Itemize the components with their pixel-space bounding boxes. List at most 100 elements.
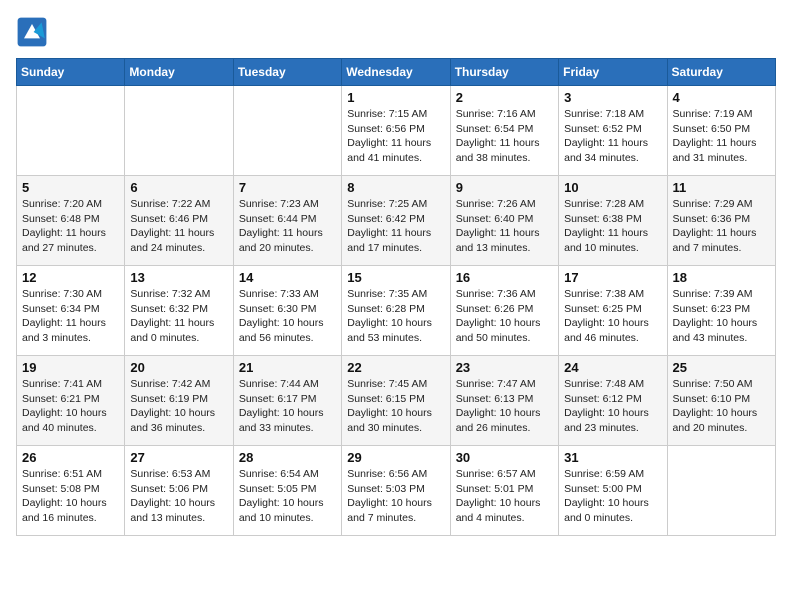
calendar-week-1: 1 Sunrise: 7:15 AM Sunset: 6:56 PM Daylig… xyxy=(17,86,776,176)
day-number: 6 xyxy=(130,180,227,195)
weekday-header-thursday: Thursday xyxy=(450,59,558,86)
day-info: Sunrise: 6:51 AM Sunset: 5:08 PM Dayligh… xyxy=(22,467,119,526)
calendar-cell: 15 Sunrise: 7:35 AM Sunset: 6:28 PM Dayli… xyxy=(342,266,450,356)
day-number: 29 xyxy=(347,450,444,465)
calendar-cell: 28 Sunrise: 6:54 AM Sunset: 5:05 PM Dayli… xyxy=(233,446,341,536)
day-number: 9 xyxy=(456,180,553,195)
calendar-cell: 2 Sunrise: 7:16 AM Sunset: 6:54 PM Daylig… xyxy=(450,86,558,176)
calendar-week-2: 5 Sunrise: 7:20 AM Sunset: 6:48 PM Daylig… xyxy=(17,176,776,266)
day-number: 25 xyxy=(673,360,770,375)
calendar-cell: 7Sunrise: 7:23 AM Sunset: 6:44 PM Daylig… xyxy=(233,176,341,266)
calendar-cell: 8 Sunrise: 7:25 AM Sunset: 6:42 PM Daylig… xyxy=(342,176,450,266)
day-info: Sunrise: 7:16 AM Sunset: 6:54 PM Dayligh… xyxy=(456,107,553,166)
day-info: Sunrise: 7:26 AM Sunset: 6:40 PM Dayligh… xyxy=(456,197,553,256)
day-info: Sunrise: 7:25 AM Sunset: 6:42 PM Dayligh… xyxy=(347,197,444,256)
day-info: Sunrise: 7:41 AM Sunset: 6:21 PM Dayligh… xyxy=(22,377,119,436)
day-number: 10 xyxy=(564,180,661,195)
calendar-table: SundayMondayTuesdayWednesdayThursdayFrid… xyxy=(16,58,776,536)
day-info: Sunrise: 6:59 AM Sunset: 5:00 PM Dayligh… xyxy=(564,467,661,526)
day-number: 23 xyxy=(456,360,553,375)
day-number: 24 xyxy=(564,360,661,375)
calendar-cell: 11 Sunrise: 7:29 AM Sunset: 6:36 PM Dayli… xyxy=(667,176,775,266)
calendar-cell: 30 Sunrise: 6:57 AM Sunset: 5:01 PM Dayli… xyxy=(450,446,558,536)
day-number: 21 xyxy=(239,360,336,375)
day-info: Sunrise: 7:19 AM Sunset: 6:50 PM Dayligh… xyxy=(673,107,770,166)
day-number: 31 xyxy=(564,450,661,465)
day-number: 22 xyxy=(347,360,444,375)
weekday-header-friday: Friday xyxy=(559,59,667,86)
day-number: 12 xyxy=(22,270,119,285)
day-info: Sunrise: 7:32 AM Sunset: 6:32 PM Dayligh… xyxy=(130,287,227,346)
day-info: Sunrise: 6:57 AM Sunset: 5:01 PM Dayligh… xyxy=(456,467,553,526)
day-number: 18 xyxy=(673,270,770,285)
calendar-cell: 9 Sunrise: 7:26 AM Sunset: 6:40 PM Daylig… xyxy=(450,176,558,266)
weekday-header-monday: Monday xyxy=(125,59,233,86)
day-info: Sunrise: 7:38 AM Sunset: 6:25 PM Dayligh… xyxy=(564,287,661,346)
calendar-cell: 18 Sunrise: 7:39 AM Sunset: 6:23 PM Dayli… xyxy=(667,266,775,356)
weekday-header-tuesday: Tuesday xyxy=(233,59,341,86)
day-number: 2 xyxy=(456,90,553,105)
calendar-cell: 24Sunrise: 7:48 AM Sunset: 6:12 PM Dayli… xyxy=(559,356,667,446)
day-info: Sunrise: 7:30 AM Sunset: 6:34 PM Dayligh… xyxy=(22,287,119,346)
calendar-cell: 23 Sunrise: 7:47 AM Sunset: 6:13 PM Dayli… xyxy=(450,356,558,446)
day-number: 4 xyxy=(673,90,770,105)
logo-icon xyxy=(16,16,48,48)
day-number: 28 xyxy=(239,450,336,465)
day-info: Sunrise: 7:35 AM Sunset: 6:28 PM Dayligh… xyxy=(347,287,444,346)
calendar-week-5: 26 Sunrise: 6:51 AM Sunset: 5:08 PM Dayli… xyxy=(17,446,776,536)
day-info: Sunrise: 7:42 AM Sunset: 6:19 PM Dayligh… xyxy=(130,377,227,436)
weekday-header-saturday: Saturday xyxy=(667,59,775,86)
day-number: 27 xyxy=(130,450,227,465)
day-number: 8 xyxy=(347,180,444,195)
calendar-cell: 5 Sunrise: 7:20 AM Sunset: 6:48 PM Daylig… xyxy=(17,176,125,266)
calendar-cell xyxy=(17,86,125,176)
weekday-header-wednesday: Wednesday xyxy=(342,59,450,86)
day-info: Sunrise: 7:20 AM Sunset: 6:48 PM Dayligh… xyxy=(22,197,119,256)
calendar-cell: 14Sunrise: 7:33 AM Sunset: 6:30 PM Dayli… xyxy=(233,266,341,356)
calendar-cell: 12 Sunrise: 7:30 AM Sunset: 6:34 PM Dayli… xyxy=(17,266,125,356)
day-number: 15 xyxy=(347,270,444,285)
calendar-cell: 29 Sunrise: 6:56 AM Sunset: 5:03 PM Dayli… xyxy=(342,446,450,536)
day-info: Sunrise: 7:29 AM Sunset: 6:36 PM Dayligh… xyxy=(673,197,770,256)
day-info: Sunrise: 6:56 AM Sunset: 5:03 PM Dayligh… xyxy=(347,467,444,526)
calendar-cell: 4 Sunrise: 7:19 AM Sunset: 6:50 PM Daylig… xyxy=(667,86,775,176)
calendar-cell: 20 Sunrise: 7:42 AM Sunset: 6:19 PM Dayli… xyxy=(125,356,233,446)
weekday-header-row: SundayMondayTuesdayWednesdayThursdayFrid… xyxy=(17,59,776,86)
day-info: Sunrise: 6:54 AM Sunset: 5:05 PM Dayligh… xyxy=(239,467,336,526)
day-info: Sunrise: 7:50 AM Sunset: 6:10 PM Dayligh… xyxy=(673,377,770,436)
day-number: 3 xyxy=(564,90,661,105)
day-info: Sunrise: 7:44 AM Sunset: 6:17 PM Dayligh… xyxy=(239,377,336,436)
calendar-cell: 22 Sunrise: 7:45 AM Sunset: 6:15 PM Dayli… xyxy=(342,356,450,446)
day-info: Sunrise: 7:33 AM Sunset: 6:30 PM Dayligh… xyxy=(239,287,336,346)
calendar-cell: 31 Sunrise: 6:59 AM Sunset: 5:00 PM Dayli… xyxy=(559,446,667,536)
calendar-cell: 13 Sunrise: 7:32 AM Sunset: 6:32 PM Dayli… xyxy=(125,266,233,356)
day-info: Sunrise: 7:18 AM Sunset: 6:52 PM Dayligh… xyxy=(564,107,661,166)
day-number: 26 xyxy=(22,450,119,465)
day-number: 16 xyxy=(456,270,553,285)
day-info: Sunrise: 6:53 AM Sunset: 5:06 PM Dayligh… xyxy=(130,467,227,526)
day-info: Sunrise: 7:39 AM Sunset: 6:23 PM Dayligh… xyxy=(673,287,770,346)
logo xyxy=(16,16,50,48)
day-info: Sunrise: 7:45 AM Sunset: 6:15 PM Dayligh… xyxy=(347,377,444,436)
calendar-cell: 17 Sunrise: 7:38 AM Sunset: 6:25 PM Dayli… xyxy=(559,266,667,356)
day-number: 5 xyxy=(22,180,119,195)
day-info: Sunrise: 7:15 AM Sunset: 6:56 PM Dayligh… xyxy=(347,107,444,166)
calendar-cell xyxy=(667,446,775,536)
calendar-cell xyxy=(125,86,233,176)
day-number: 13 xyxy=(130,270,227,285)
calendar-body: 1 Sunrise: 7:15 AM Sunset: 6:56 PM Daylig… xyxy=(17,86,776,536)
day-number: 1 xyxy=(347,90,444,105)
day-info: Sunrise: 7:47 AM Sunset: 6:13 PM Dayligh… xyxy=(456,377,553,436)
calendar-cell xyxy=(233,86,341,176)
calendar-week-4: 19Sunrise: 7:41 AM Sunset: 6:21 PM Dayli… xyxy=(17,356,776,446)
day-info: Sunrise: 7:22 AM Sunset: 6:46 PM Dayligh… xyxy=(130,197,227,256)
calendar-cell: 26 Sunrise: 6:51 AM Sunset: 5:08 PM Dayli… xyxy=(17,446,125,536)
day-number: 17 xyxy=(564,270,661,285)
weekday-header-sunday: Sunday xyxy=(17,59,125,86)
day-number: 11 xyxy=(673,180,770,195)
day-number: 7 xyxy=(239,180,336,195)
calendar-cell: 27 Sunrise: 6:53 AM Sunset: 5:06 PM Dayli… xyxy=(125,446,233,536)
day-number: 30 xyxy=(456,450,553,465)
day-number: 20 xyxy=(130,360,227,375)
page-header xyxy=(16,16,776,48)
